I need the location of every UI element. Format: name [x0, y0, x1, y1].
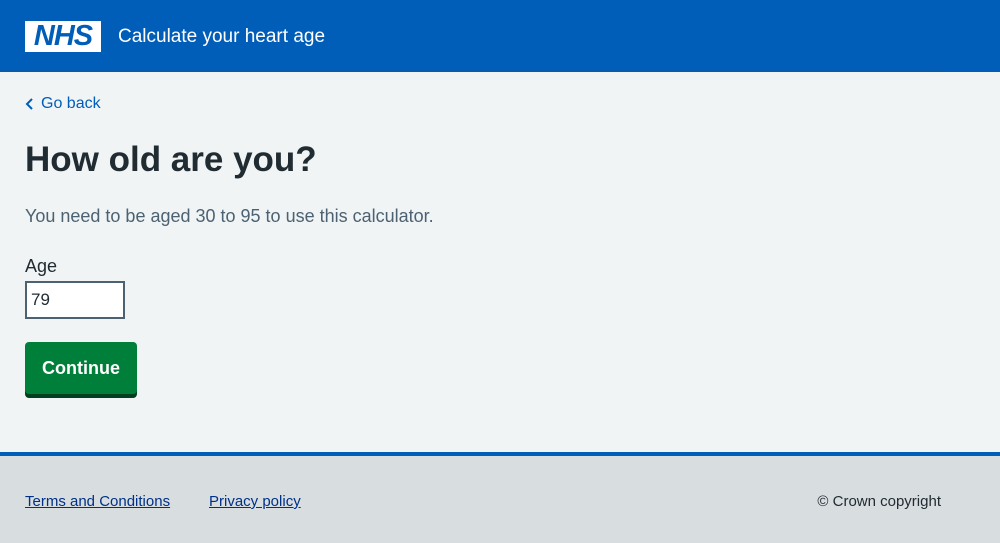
privacy-link[interactable]: Privacy policy: [209, 493, 301, 510]
nhs-logo[interactable]: NHS: [25, 21, 101, 52]
header-divider: [0, 70, 941, 72]
age-label: Age: [25, 256, 58, 276]
back-link[interactable]: Go back: [25, 95, 101, 113]
back-link-label: Go back: [41, 95, 101, 112]
copyright-text: © Crown copyright: [817, 493, 941, 510]
age-input[interactable]: [25, 281, 125, 319]
footer: Terms and Conditions Privacy policy © Cr…: [0, 452, 1000, 543]
chevron-left-icon: [25, 98, 33, 110]
continue-button[interactable]: Continue: [25, 342, 137, 394]
age-hint: You need to be aged 30 to 95 to use this…: [25, 206, 434, 226]
terms-link[interactable]: Terms and Conditions: [25, 493, 170, 510]
page-title: How old are you?: [25, 140, 317, 179]
nhs-logo-text: NHS: [33, 20, 93, 52]
header: NHS Calculate your heart age: [0, 0, 1000, 72]
service-name[interactable]: Calculate your heart age: [118, 24, 325, 50]
